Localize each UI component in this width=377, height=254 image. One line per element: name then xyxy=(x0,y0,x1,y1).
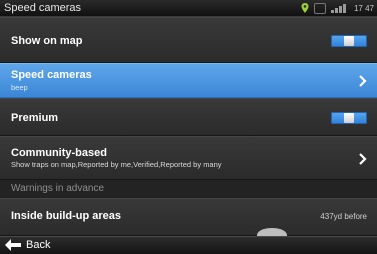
show-on-map-toggle[interactable] xyxy=(331,35,367,47)
community-label: Community-based xyxy=(11,147,107,159)
setting-community-based[interactable]: Community-based Show traps on map,Report… xyxy=(0,136,377,180)
connectivity-badge xyxy=(314,2,326,14)
community-sub: Show traps on map,Reported by me,Verifie… xyxy=(11,160,222,169)
show-on-map-label: Show on map xyxy=(11,35,83,47)
warnings-header-label: Warnings in advance xyxy=(11,183,105,194)
inside-buildup-label: Inside build-up areas xyxy=(11,210,122,222)
back-label: Back xyxy=(26,239,51,251)
premium-toggle[interactable] xyxy=(331,112,367,124)
status-clock: 17 47 xyxy=(353,3,374,13)
toggle-knob xyxy=(344,113,354,123)
setting-speed-cameras[interactable]: Speed cameras beep xyxy=(0,63,377,98)
arrow-left-icon xyxy=(5,239,21,251)
setting-show-on-map[interactable]: Show on map xyxy=(0,17,377,63)
inside-buildup-value: 437yd before xyxy=(320,212,367,221)
status-bar-title: Speed cameras xyxy=(4,2,82,14)
speed-cameras-sub: beep xyxy=(11,83,28,92)
status-icons: 17 47 xyxy=(301,2,374,14)
back-button[interactable]: Back xyxy=(5,239,50,251)
setting-inside-buildup-areas[interactable]: Inside build-up areas 437yd before xyxy=(0,198,377,236)
premium-label: Premium xyxy=(11,112,59,124)
speed-cameras-label: Speed cameras xyxy=(11,69,92,81)
signal-icon xyxy=(330,3,346,13)
setting-premium[interactable]: Premium xyxy=(0,98,377,136)
gps-icon xyxy=(301,3,309,13)
chevron-right-icon xyxy=(359,75,367,87)
chevron-right-icon xyxy=(359,153,367,165)
section-header-warnings: Warnings in advance xyxy=(0,180,377,198)
bottom-bar: Back xyxy=(0,236,377,254)
toggle-knob xyxy=(344,36,354,46)
status-bar: Speed cameras 17 47 xyxy=(0,0,377,17)
